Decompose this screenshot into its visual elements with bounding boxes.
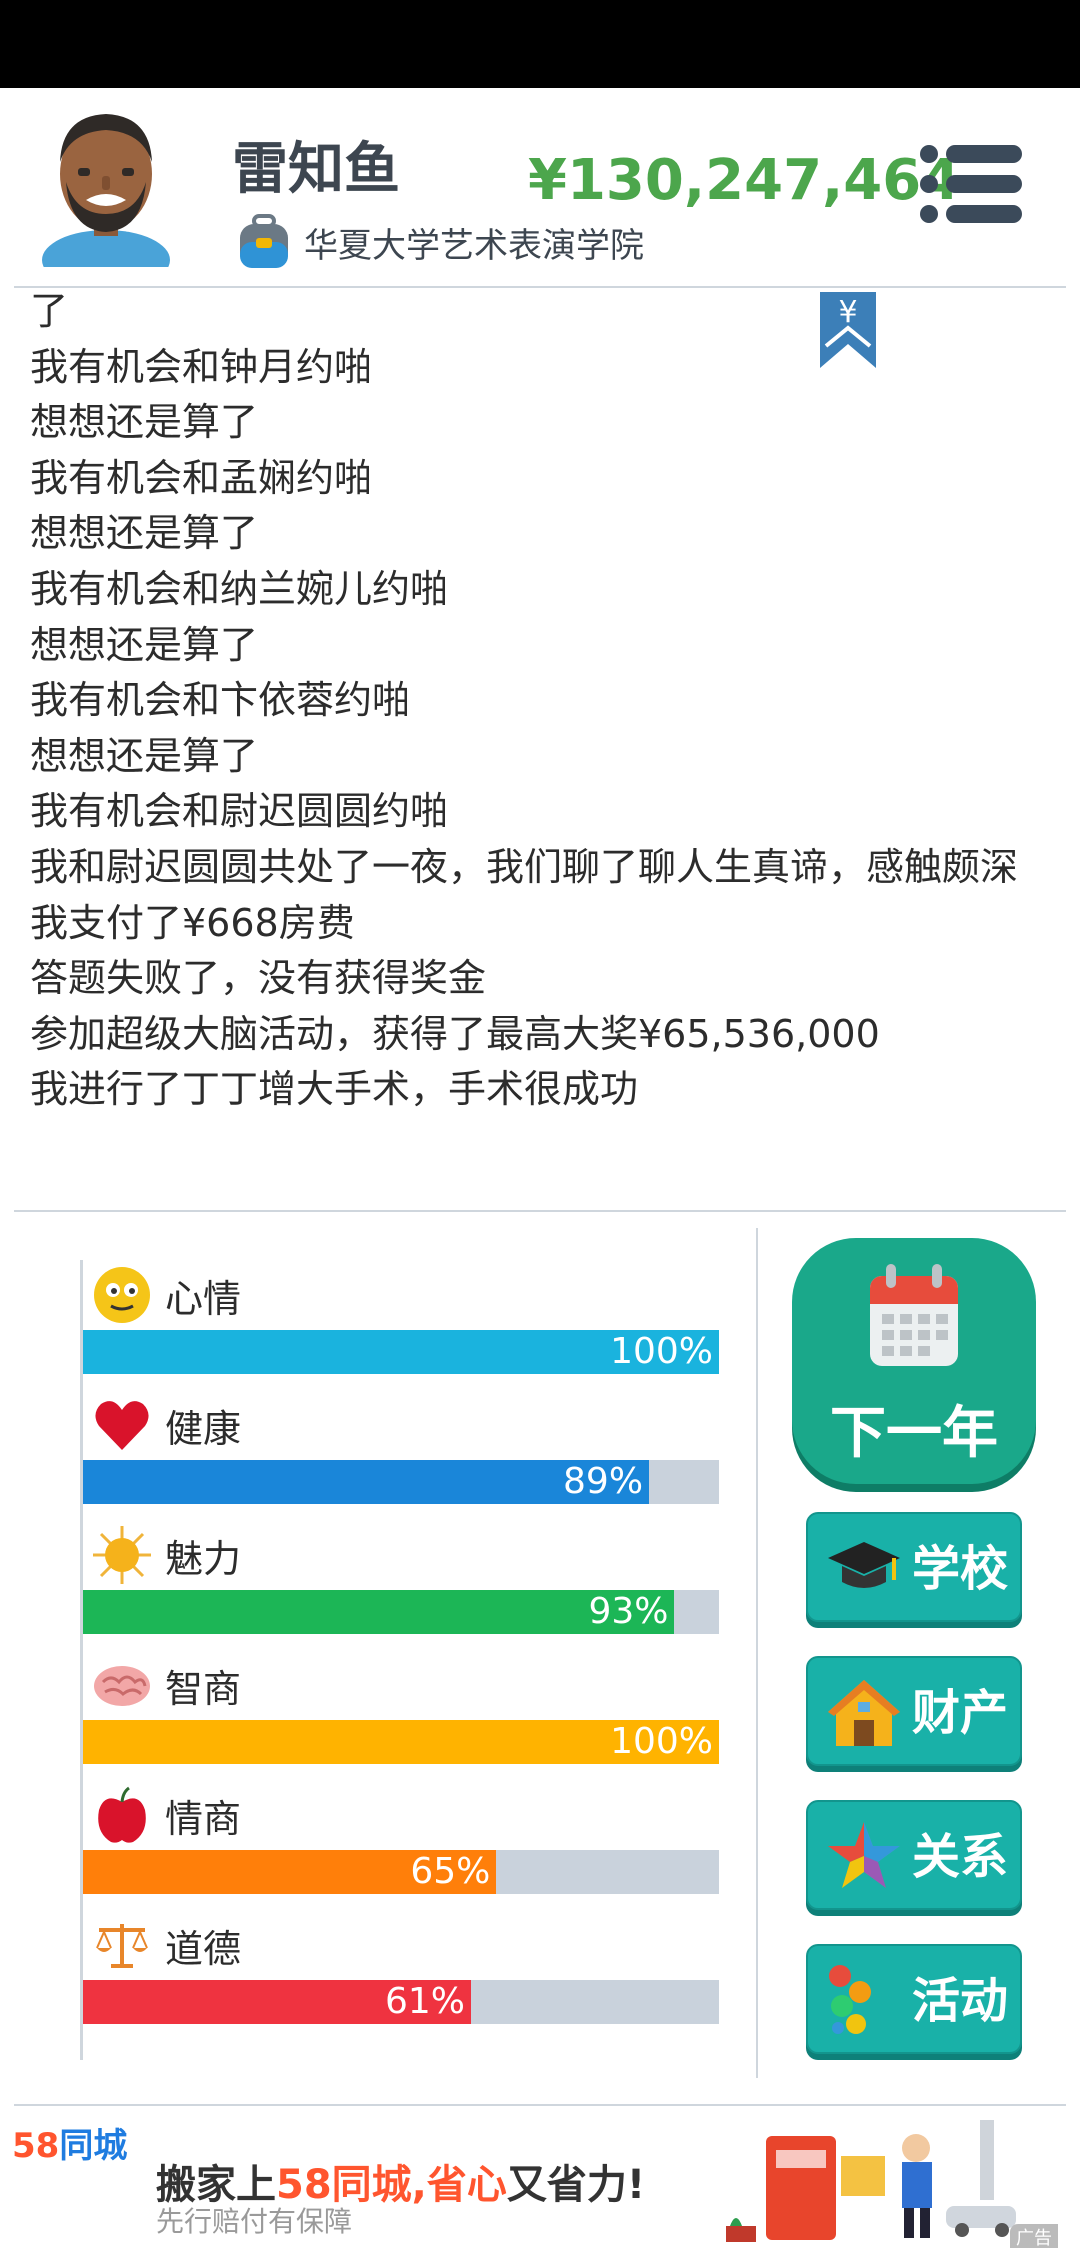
stat-value: 61% <box>384 1981 465 2022</box>
log-line: 我有机会和尉迟圆圆约啪 <box>30 789 449 834</box>
stat-value: 89% <box>563 1461 644 1502</box>
stat-value: 100% <box>610 1721 713 1762</box>
stats-panel: 心情 100% 健康 89% 魅力 93% 智商 100% 情商 65% 道德 61% <box>80 1260 720 2060</box>
stat-row: 情商 65% <box>83 1780 719 1894</box>
vertical-divider <box>756 1228 758 2078</box>
stat-bar-track: 100% <box>83 1720 719 1764</box>
ad-slogan-c: 又省力! <box>506 2162 646 2208</box>
stat-header: 情商 <box>83 1780 719 1850</box>
ad-logo-num: 58 <box>12 2126 60 2166</box>
ad-tag[interactable]: 广告 <box>1010 2224 1058 2248</box>
stat-label: 道德 <box>165 1926 242 1971</box>
school-label: 学校 <box>912 1541 1009 1597</box>
school-name: 华夏大学艺术表演学院 <box>304 225 644 266</box>
ad-banner[interactable]: 58同城 搬家上58同城,省心又省力! 先行赔付有保障 广告 <box>0 2112 1080 2248</box>
log-line: 想想还是算了 <box>30 733 259 778</box>
stat-row: 智商 100% <box>83 1650 719 1764</box>
graduation-cap-icon <box>828 1542 900 1588</box>
log-line: 我有机会和卞依蓉约啪 <box>30 678 411 723</box>
stat-bar-track: 65% <box>83 1850 719 1894</box>
stat-row: 魅力 93% <box>83 1520 719 1634</box>
stat-row: 道德 61% <box>83 1910 719 2024</box>
stat-bar-track: 100% <box>83 1330 719 1374</box>
stat-bar-fill: 100% <box>83 1330 719 1374</box>
stat-label: 魅力 <box>165 1536 242 1581</box>
relations-button[interactable]: 关系 <box>806 1800 1022 1910</box>
stat-value: 100% <box>610 1331 713 1372</box>
stat-label: 心情 <box>165 1276 242 1321</box>
ad-logo: 58同城 <box>12 2118 127 2167</box>
log-line: 答题失败了，没有获得奖金 <box>30 956 487 1001</box>
activities-button[interactable]: 活动 <box>806 1944 1022 2054</box>
menu-icon[interactable] <box>920 144 1024 224</box>
log-line: 我支付了¥668房费 <box>30 900 355 945</box>
avatar[interactable] <box>36 102 176 267</box>
log-line: 我和尉迟圆圆共处了一夜，我们聊了聊人生真谛，感触颇深 <box>30 844 1019 889</box>
ad-logo-text: 同城 <box>59 2126 128 2166</box>
stat-header: 道德 <box>83 1910 719 1980</box>
stat-label: 智商 <box>165 1666 242 1711</box>
log-line: 我有机会和钟月约啪 <box>30 344 373 389</box>
property-label: 财产 <box>912 1685 1009 1741</box>
stat-value: 93% <box>588 1591 669 1632</box>
stat-bar-track: 89% <box>83 1460 719 1504</box>
ad-subtitle: 先行赔付有保障 <box>156 2205 353 2238</box>
property-button[interactable]: 财产 <box>806 1656 1022 1766</box>
stat-bar-fill: 65% <box>83 1850 497 1894</box>
school-info: 华夏大学艺术表演学院 <box>236 214 644 270</box>
activities-icon <box>829 1965 871 2034</box>
activities-label: 活动 <box>912 1973 1009 2029</box>
log-line: 想想还是算了 <box>30 622 259 667</box>
player-name: 雷知鱼 <box>232 137 400 202</box>
next-year-label: 下一年 <box>830 1401 998 1466</box>
stat-header: 智商 <box>83 1650 719 1720</box>
log-line: 我有机会和纳兰婉儿约啪 <box>30 566 449 611</box>
log-divider <box>14 1210 1066 1212</box>
stat-bar-fill: 89% <box>83 1460 650 1504</box>
backpack-icon <box>240 214 288 268</box>
school-button[interactable]: 学校 <box>806 1512 1022 1622</box>
stat-label: 情商 <box>165 1796 242 1841</box>
ad-illustration <box>726 2120 1016 2242</box>
bookmark-symbol: ¥ <box>838 295 857 330</box>
log-line: 想想还是算了 <box>30 400 259 445</box>
brain-icon <box>94 1666 150 1706</box>
ad-divider <box>14 2104 1066 2106</box>
stat-bar-fill: 93% <box>83 1590 675 1634</box>
stat-bar-track: 93% <box>83 1590 719 1634</box>
stat-header: 心情 <box>83 1260 719 1330</box>
stat-row: 健康 89% <box>83 1390 719 1504</box>
status-bar <box>0 0 1080 88</box>
stat-header: 健康 <box>83 1390 719 1460</box>
stat-bar-fill: 61% <box>83 1980 471 2024</box>
next-year-button[interactable]: 下一年 <box>792 1238 1036 1484</box>
stat-header: 魅力 <box>83 1520 719 1590</box>
star-icon <box>828 1822 900 1888</box>
stat-label: 健康 <box>165 1406 242 1451</box>
log-line: 想想还是算了 <box>30 511 259 556</box>
money-balance: ¥130,247,464 <box>528 148 961 213</box>
player-header: 雷知鱼 华夏大学艺术表演学院 ¥130,247,464 <box>0 88 1080 286</box>
house-icon <box>828 1680 900 1746</box>
stat-bar-fill: 100% <box>83 1720 719 1764</box>
apple-icon <box>98 1786 146 1843</box>
calendar-icon <box>870 1264 958 1366</box>
stat-bar-track: 61% <box>83 1980 719 2024</box>
relations-label: 关系 <box>912 1829 1009 1885</box>
bookmark-yen-icon[interactable]: ¥ <box>820 292 876 368</box>
stat-row: 心情 100% <box>83 1260 719 1374</box>
log-line: 我进行了丁丁增大手术，手术很成功 <box>30 1067 639 1112</box>
stat-value: 65% <box>410 1851 491 1892</box>
log-line: 我有机会和孟娴约啪 <box>30 455 373 500</box>
smiley-icon <box>94 1267 150 1323</box>
event-log[interactable]: 了我有机会和钟月约啪 想想还是算了 我有机会和孟娴约啪 想想还是算了 我有机会和纳兰婉儿… <box>30 284 1040 1150</box>
log-line: 参加超级大脑活动，获得了最高大奖¥65,536,000 <box>30 1011 880 1056</box>
scales-icon <box>96 1924 148 1968</box>
sun-icon <box>93 1526 151 1584</box>
log-line: 了 <box>30 289 69 333</box>
heart-icon <box>95 1401 149 1450</box>
